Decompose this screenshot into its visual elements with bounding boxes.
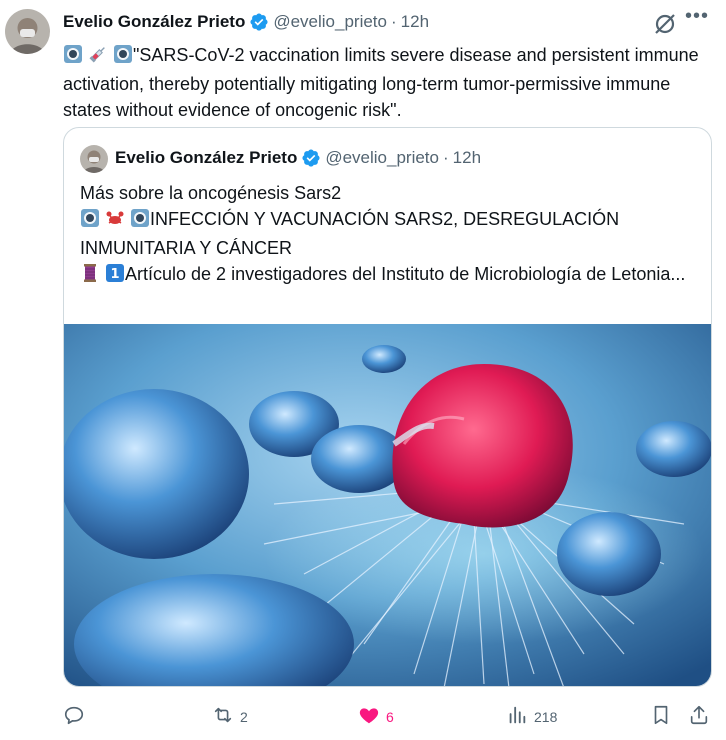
author-handle[interactable]: @evelio_prieto [273,12,387,32]
crab-icon [105,208,125,235]
quoted-time: 12h [452,148,482,167]
bookmark-button[interactable] [650,704,672,729]
blue-circle-icon [113,44,133,71]
action-bar: 2 6 218 [0,700,726,734]
share-icon [688,704,710,729]
blue-circle-icon [63,44,83,71]
bookmark-icon [650,704,672,729]
post-header: Evelio González Prieto @evelio_prieto · … [63,12,429,32]
like-button[interactable]: 6 [358,704,394,729]
thread-icon [80,263,100,290]
share-button[interactable] [688,704,710,729]
blue-circle-icon [80,208,100,235]
quoted-text-block: Más sobre la oncogénesis Sars2 INFECCIÓN… [80,180,700,290]
syringe-icon [88,44,108,71]
quoted-line-3-text: Artículo de 2 investigadores del Institu… [125,264,686,284]
like-icon [358,704,380,729]
separator-dot: · [442,148,449,167]
quoted-handle: @evelio_prieto [325,148,439,167]
verified-badge-icon [301,148,321,168]
quoted-line-1: Más sobre la oncogénesis Sars2 [80,183,342,203]
verified-badge-icon [249,12,269,32]
more-icon[interactable]: ••• [681,5,713,33]
quoted-line-2: INFECCIÓN Y VACUNACIÓN SARS2, DESREGULAC… [80,206,700,261]
views-count: 218 [534,708,558,725]
repost-count: 2 [240,708,248,725]
quoted-line-3: 1 Artículo de 2 investigadores del Instit… [80,261,700,290]
avatar[interactable] [5,9,50,54]
reply-button[interactable] [63,704,91,729]
quoted-image[interactable] [64,324,711,686]
views-button[interactable]: 218 [506,704,557,729]
quoted-author-name: Evelio González Prieto [115,148,298,167]
views-icon [506,704,528,729]
separator-dot: · [390,12,397,31]
post-time[interactable]: 12h [401,12,429,32]
quoted-header: Evelio González Prieto @evelio_prieto · … [115,148,481,168]
keycap-one-icon: 1 [105,263,125,290]
author-name[interactable]: Evelio González Prieto [63,12,245,32]
reply-icon [63,704,85,729]
repost-button[interactable]: 2 [212,704,248,729]
post-text-block: "SARS-CoV-2 vaccination limits severe di… [63,42,713,123]
like-count: 6 [386,708,394,725]
repost-icon [212,704,234,729]
svg-text:1: 1 [110,267,119,282]
post-text: "SARS-CoV-2 vaccination limits severe di… [63,45,699,120]
blue-circle-icon [130,208,150,235]
grok-icon[interactable] [652,11,678,37]
quoted-avatar[interactable] [80,145,108,173]
quoted-line-2-text: INFECCIÓN Y VACUNACIÓN SARS2, DESREGULAC… [80,209,620,258]
quoted-post[interactable]: Evelio González Prieto @evelio_prieto · … [63,127,712,687]
